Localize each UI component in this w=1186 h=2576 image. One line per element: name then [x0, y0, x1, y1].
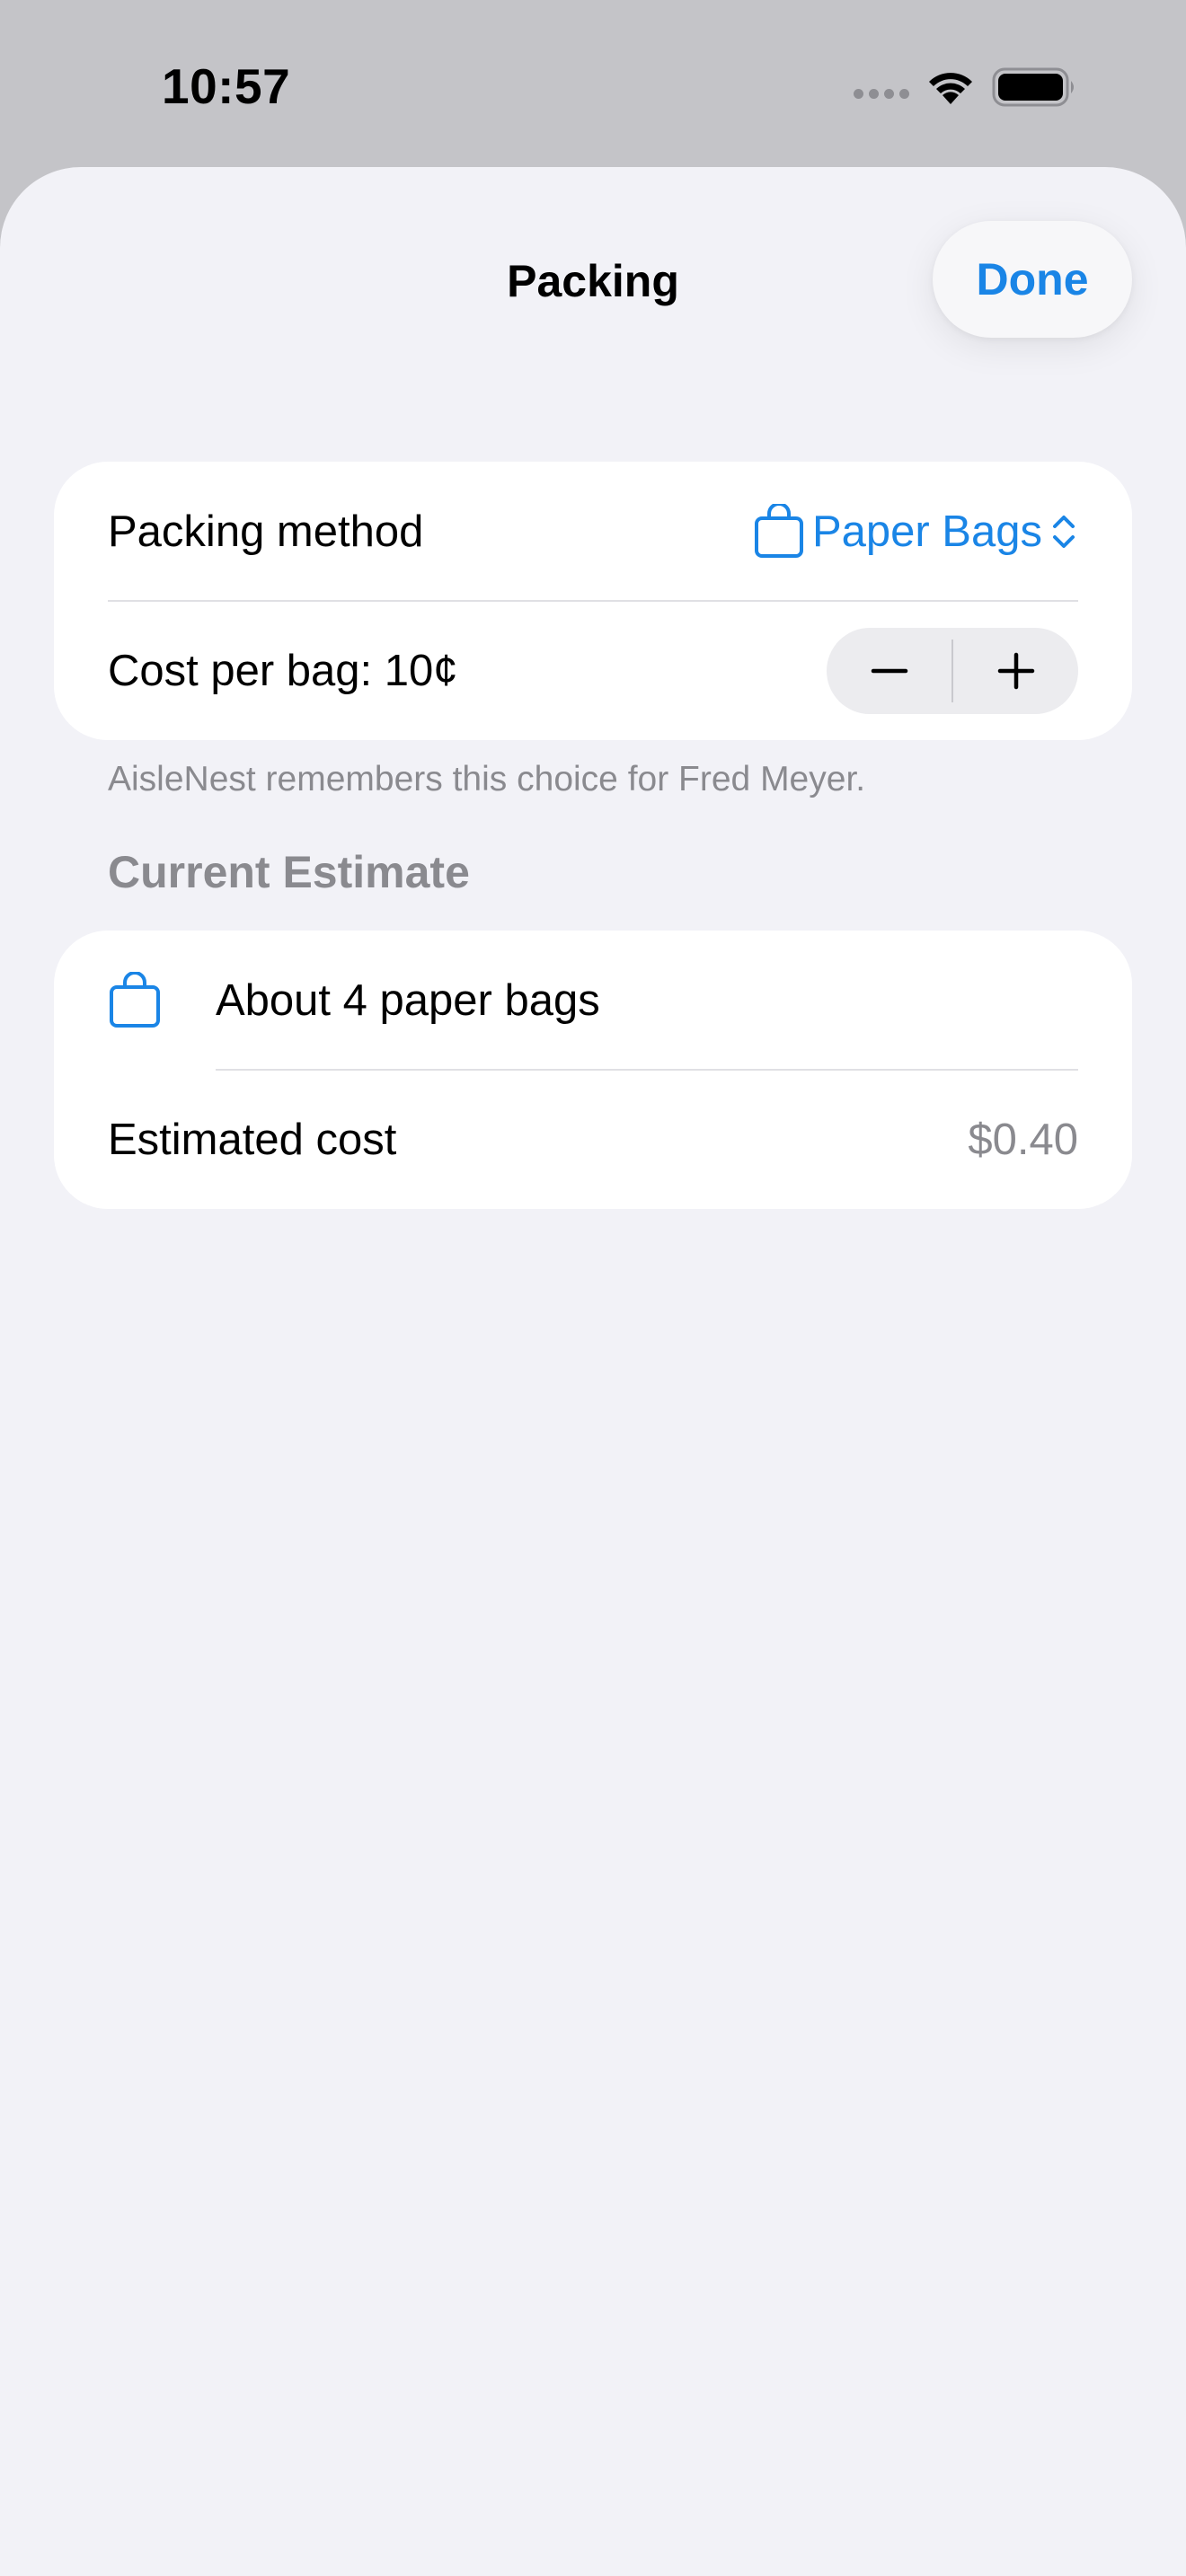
cost-per-bag-label: Cost per bag: 10¢ [108, 646, 458, 695]
shopping-bag-icon [110, 971, 160, 1028]
wifi-icon [929, 73, 972, 104]
estimated-cost-label: Estimated cost [108, 1115, 397, 1164]
status-bar: 10:57 [0, 0, 1186, 167]
cost-per-bag-row: Cost per bag: 10¢ [108, 601, 1078, 740]
shopping-bag-icon [754, 503, 803, 558]
bag-count-row: About 4 paper bags [108, 931, 1078, 1070]
estimated-cost-row: Estimated cost $0.40 [108, 1070, 1078, 1209]
packing-settings-card: Packing method Paper Bags Cost per bag: … [54, 462, 1132, 740]
increment-button[interactable] [953, 628, 1078, 714]
estimate-card: About 4 paper bags Estimated cost $0.40 [54, 931, 1132, 1209]
packing-method-value: Paper Bags [811, 507, 1042, 556]
status-icons [854, 65, 1078, 110]
status-time: 10:57 [162, 58, 291, 114]
battery-icon [992, 67, 1074, 107]
cost-stepper [827, 627, 1078, 714]
estimated-cost-value: $0.40 [968, 1115, 1078, 1164]
packing-sheet: Packing Done Packing method Paper Bags C… [0, 167, 1186, 2576]
packing-method-label: Packing method [108, 507, 424, 556]
current-estimate-header: Current Estimate [108, 847, 470, 897]
done-button[interactable]: Done [933, 221, 1132, 338]
minus-icon [871, 668, 907, 673]
packing-method-row[interactable]: Packing method Paper Bags [108, 462, 1078, 601]
plus-icon [997, 652, 1034, 689]
cellular-signal-icon [854, 88, 909, 99]
chevron-up-down-icon [1053, 515, 1075, 548]
bag-count-label: About 4 paper bags [216, 975, 600, 1025]
store-memory-footnote: AisleNest remembers this choice for Fred… [108, 760, 866, 798]
packing-method-picker[interactable]: Paper Bags [753, 503, 1078, 560]
decrement-button[interactable] [827, 628, 951, 714]
